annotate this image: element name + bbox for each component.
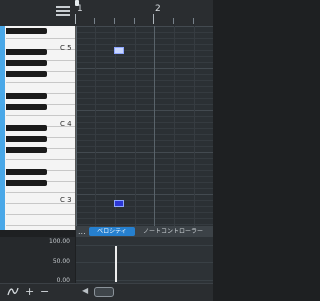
grid-row-line: [76, 44, 213, 45]
black-key[interactable]: [6, 28, 47, 34]
grid-beat-line: [95, 26, 96, 230]
grid-beat-line: [194, 26, 195, 230]
grid-row-line: [76, 128, 213, 129]
grid-row-line: [76, 68, 213, 69]
midi-note[interactable]: [114, 47, 124, 54]
grid-beat-line: [174, 26, 175, 230]
black-key[interactable]: [6, 104, 47, 110]
grid-row-line: [76, 176, 213, 177]
grid-row-line: [76, 104, 213, 105]
velocity-lane[interactable]: [76, 237, 213, 283]
black-key[interactable]: [6, 60, 47, 66]
grid-row-line: [76, 212, 213, 213]
beat-tick: [173, 18, 174, 24]
timeline-ruler[interactable]: 1 2: [75, 0, 213, 27]
grid-row-line: [76, 188, 213, 189]
octave-label-c4: C 4: [60, 120, 72, 128]
grid-row-line: [76, 62, 213, 63]
velocity-gridline: [76, 280, 213, 281]
bar-tick: [75, 14, 76, 24]
grid-row-line: [76, 224, 213, 225]
grid-row-line: [76, 122, 213, 123]
plus-icon[interactable]: +: [25, 286, 34, 297]
playhead-marker[interactable]: [75, 0, 79, 6]
grid-row-line: [76, 134, 213, 135]
beat-tick: [114, 18, 115, 24]
grid-row-line: [76, 194, 213, 195]
grid-row-line: [76, 164, 213, 165]
grid-beat-line: [135, 26, 136, 230]
tab-note-controller[interactable]: ノートコントローラー: [136, 227, 210, 236]
black-key[interactable]: [6, 169, 47, 175]
velocity-scale-max: 100.00: [49, 238, 70, 245]
scroll-left-icon[interactable]: ◀: [82, 286, 88, 295]
black-key[interactable]: [6, 180, 47, 186]
grid-row-line: [76, 56, 213, 57]
velocity-gridline: [76, 245, 213, 246]
hamburger-icon[interactable]: [56, 5, 70, 19]
velocity-scale-mid: 50.00: [52, 258, 70, 265]
minus-icon[interactable]: −: [40, 286, 49, 297]
grid-row-line: [76, 146, 213, 147]
grid-row-line: [76, 32, 213, 33]
octave-label-c5: C 5: [60, 44, 72, 52]
grid-row-line: [76, 158, 213, 159]
grid-row-line: [76, 152, 213, 153]
velocity-gridline: [76, 262, 213, 263]
grid-row-line: [76, 92, 213, 93]
grid-row-line: [76, 116, 213, 117]
black-key[interactable]: [6, 125, 47, 131]
tab-velocity[interactable]: ベロシティ: [89, 227, 135, 236]
grid-row-line: [76, 206, 213, 207]
piano-roll-grid[interactable]: [76, 26, 213, 230]
black-key[interactable]: [6, 71, 47, 77]
grid-row-line: [76, 200, 213, 201]
black-key[interactable]: [6, 49, 47, 55]
octave-label-c3: C 3: [60, 196, 72, 204]
grid-beat-line: [154, 26, 155, 230]
grid-row-line: [76, 218, 213, 219]
grid-row-line: [76, 182, 213, 183]
white-key[interactable]: [6, 224, 75, 230]
grid-row-line: [76, 110, 213, 111]
grid-row-line: [76, 50, 213, 51]
grid-beat-line: [76, 26, 77, 230]
piano-keyboard[interactable]: C 5 C 4 C 3: [0, 26, 76, 230]
velocity-scale: 100.00 50.00 0.00: [0, 237, 75, 284]
velocity-bar[interactable]: [115, 246, 117, 282]
grid-row-line: [76, 98, 213, 99]
keyboard-selection-indicator: [0, 26, 5, 230]
black-key[interactable]: [6, 93, 47, 99]
grid-row-line: [76, 86, 213, 87]
midi-note[interactable]: [114, 200, 124, 207]
grid-row-line: [76, 170, 213, 171]
black-key[interactable]: [6, 136, 47, 142]
black-key[interactable]: [6, 147, 47, 153]
grid-row-line: [76, 26, 213, 27]
more-tabs-button[interactable]: ...: [78, 228, 86, 236]
beat-tick: [193, 18, 194, 24]
grid-row-line: [76, 140, 213, 141]
horizontal-scrollbar[interactable]: [94, 287, 114, 297]
beat-tick: [94, 18, 95, 24]
bar-number-2: 2: [155, 4, 161, 14]
bar-tick: [153, 14, 154, 24]
grid-row-line: [76, 74, 213, 75]
grid-row-line: [76, 38, 213, 39]
curve-icon[interactable]: [7, 287, 19, 299]
grid-row-line: [76, 80, 213, 81]
beat-tick: [134, 18, 135, 24]
